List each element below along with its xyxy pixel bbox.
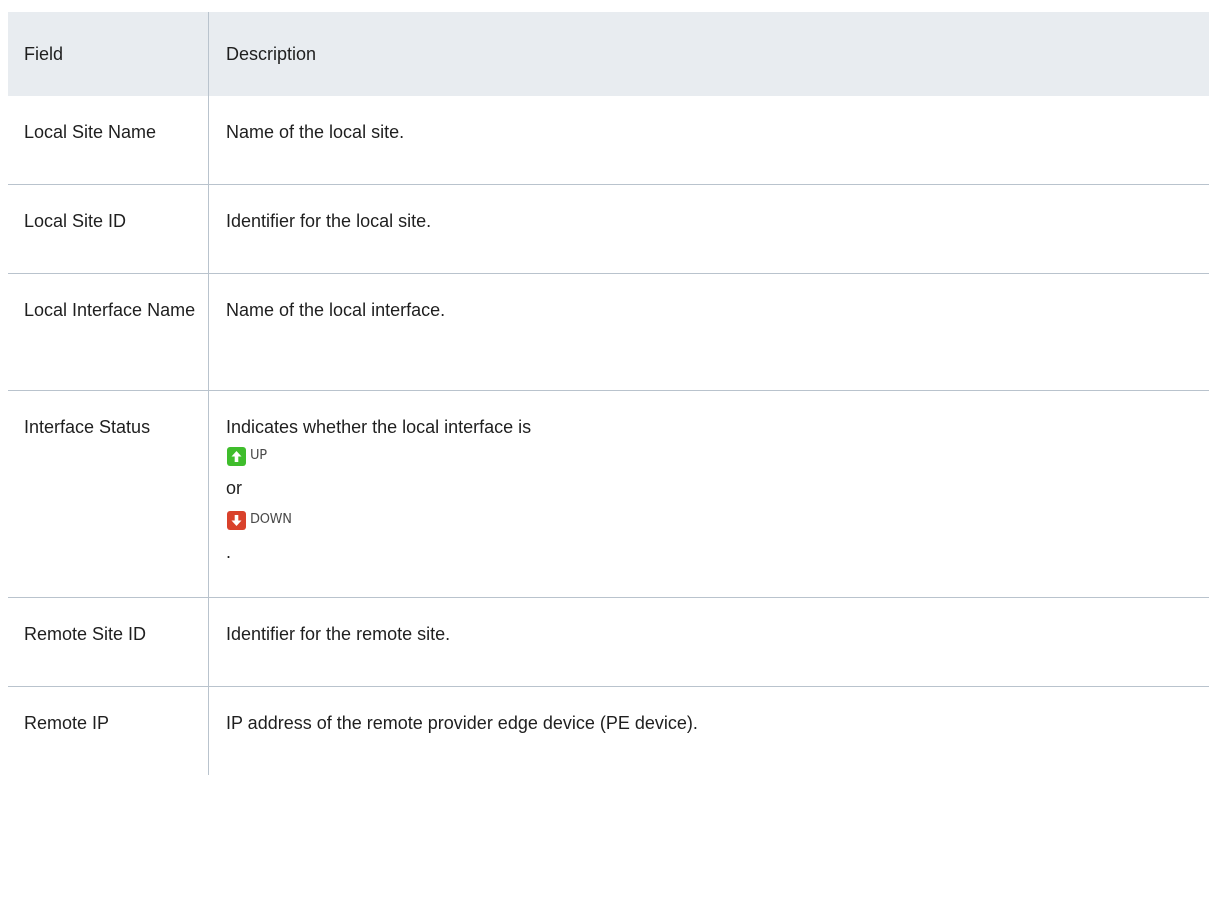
status-up-label: UP xyxy=(250,448,267,463)
field-cell: Remote Site ID xyxy=(8,598,209,686)
table-row: Remote IP IP address of the remote provi… xyxy=(8,687,1209,775)
description-cell: Name of the local interface. xyxy=(226,300,446,320)
table-row: Local Site Name Name of the local site. xyxy=(8,96,1209,185)
or-text: or xyxy=(226,478,243,498)
table-row: Local Interface Name Name of the local i… xyxy=(8,274,1209,391)
table-row: Local Site ID Identifier for the local s… xyxy=(8,185,1209,274)
field-description-table: Field Description Local Site Name Name o… xyxy=(8,12,1209,775)
description-cell: IP address of the remote provider edge d… xyxy=(226,713,698,733)
description-cell: Name of the local site. xyxy=(226,122,405,142)
status-down-label: DOWN xyxy=(250,512,292,527)
table-row: Remote Site ID Identifier for the remote… xyxy=(8,598,1209,687)
status-down: DOWN xyxy=(226,505,1193,535)
arrow-up-icon xyxy=(227,446,246,466)
description-cell: Indicates whether the local interface is… xyxy=(209,391,1209,597)
description-cell: Identifier for the local site. xyxy=(226,211,432,231)
description-cell: Identifier for the remote site. xyxy=(226,624,451,644)
header-description: Description xyxy=(226,44,317,64)
field-cell: Interface Status xyxy=(8,391,209,597)
header-field: Field xyxy=(8,12,209,96)
status-up: UP xyxy=(226,441,1193,471)
field-cell: Local Site ID xyxy=(8,185,209,273)
table-row: Interface Status Indicates whether the l… xyxy=(8,391,1209,598)
field-cell: Remote IP xyxy=(8,687,209,775)
trailing-period: . xyxy=(226,542,232,562)
field-cell: Local Site Name xyxy=(8,96,209,184)
description-text: Indicates whether the local interface is xyxy=(226,417,532,437)
table-header: Field Description xyxy=(8,12,1209,96)
field-cell: Local Interface Name xyxy=(8,274,209,390)
arrow-down-icon xyxy=(227,510,246,530)
